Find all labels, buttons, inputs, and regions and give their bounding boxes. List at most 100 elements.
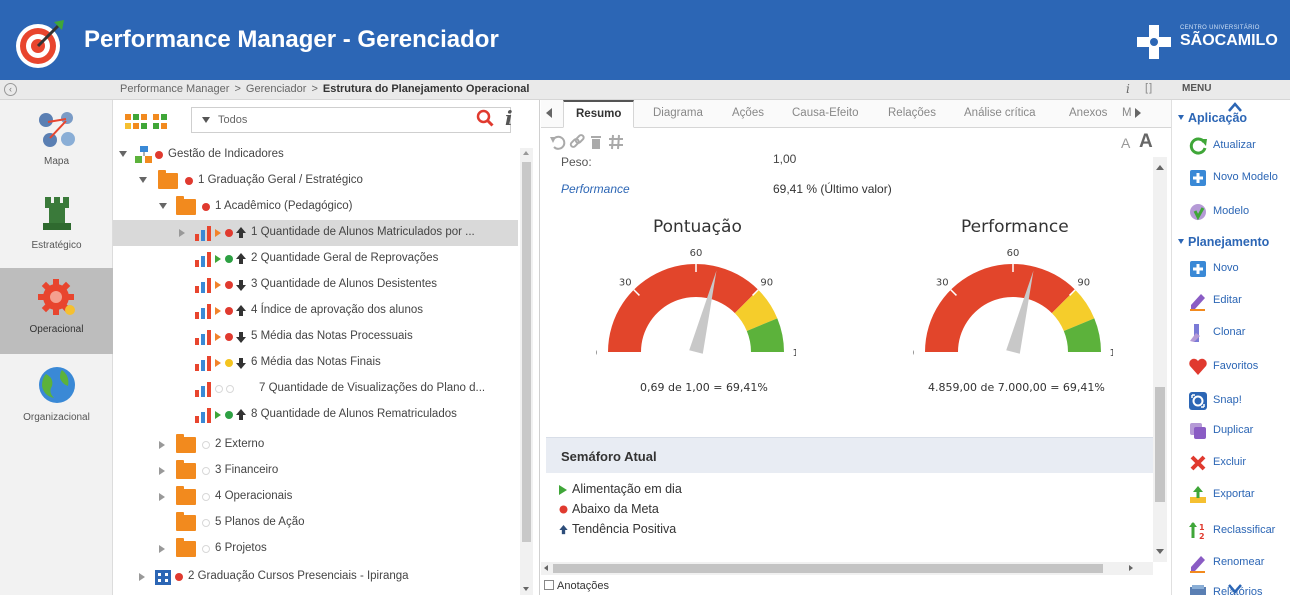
tab-analise-critica[interactable]: Análise crítica xyxy=(964,107,1036,119)
info-icon[interactable]: i xyxy=(1126,82,1130,96)
menu-item-modelo[interactable]: Modelo xyxy=(1188,200,1290,224)
new-icon xyxy=(1190,261,1206,277)
expand-arrow-icon[interactable] xyxy=(159,493,165,501)
menu-item-editar[interactable]: Editar xyxy=(1188,289,1290,313)
anotacoes-checkbox[interactable] xyxy=(544,580,554,590)
bar-chart-icon xyxy=(195,252,211,267)
expand-collapse-icon[interactable] xyxy=(125,112,175,132)
expand-arrow-icon[interactable] xyxy=(179,229,185,237)
tree-row[interactable]: 1 Graduação Geral / Estratégico xyxy=(113,168,518,194)
expand-arrow-icon[interactable] xyxy=(159,467,165,475)
tab-relacoes[interactable]: Relações xyxy=(888,107,936,119)
scrollbar-thumb[interactable] xyxy=(522,162,531,542)
tree-row[interactable]: 6 Média das Notas Finais xyxy=(113,350,518,376)
section-planejamento[interactable]: Planejamento xyxy=(1178,235,1269,249)
undo-icon[interactable] xyxy=(549,133,567,151)
tree-row[interactable]: 8 Quantidade de Alunos Rematriculados xyxy=(113,402,518,428)
expand-arrow-icon[interactable] xyxy=(159,203,167,209)
menu-item-renomear[interactable]: Renomear xyxy=(1188,551,1290,575)
menu-item-novo-modelo[interactable]: Novo Modelo xyxy=(1188,166,1290,190)
scrollbar-thumb[interactable] xyxy=(553,564,1103,573)
tree-row[interactable]: 3 Financeiro xyxy=(113,458,518,484)
scroll-up-icon[interactable] xyxy=(1156,165,1164,170)
tree-row-selected[interactable]: 1 Quantidade de Alunos Matriculados por … xyxy=(113,220,518,246)
content-horizontal-scrollbar[interactable] xyxy=(541,562,1153,575)
tab-resumo[interactable]: Resumo xyxy=(563,100,635,128)
tree-row[interactable]: 3 Quantidade de Alunos Desistentes xyxy=(113,272,518,298)
menu-item-reclassificar[interactable]: 12 Reclassificar xyxy=(1188,519,1290,543)
tab-anexos[interactable]: Anexos xyxy=(1069,107,1107,119)
menu-scroll-down-icon[interactable] xyxy=(1228,584,1242,594)
section-title: Planejamento xyxy=(1188,235,1270,249)
scroll-up-icon[interactable] xyxy=(523,151,529,155)
anotacoes-toggle[interactable]: Anotações xyxy=(544,580,609,592)
collapse-left-icon[interactable]: ‹ xyxy=(4,83,17,96)
scroll-down-icon[interactable] xyxy=(523,587,529,591)
tabs-scroll-right-icon[interactable] xyxy=(1135,108,1141,118)
status-dot xyxy=(225,411,233,419)
nav-item-mapa[interactable]: Mapa xyxy=(0,100,113,186)
tree-row[interactable]: 4 Índice de aprovação dos alunos xyxy=(113,298,518,324)
tree-row[interactable]: 2 Quantidade Geral de Reprovações xyxy=(113,246,518,272)
tree-row[interactable]: 2 Graduação Cursos Presenciais - Ipirang… xyxy=(113,564,518,590)
scroll-left-icon[interactable] xyxy=(544,565,548,571)
tree-row[interactable]: Gestão de Indicadores xyxy=(113,142,518,168)
expand-arrow-icon[interactable] xyxy=(119,151,127,157)
menu-item-snap[interactable]: Snap! xyxy=(1188,389,1290,413)
breadcrumb-item[interactable]: Gerenciador xyxy=(246,83,307,95)
font-decrease-button[interactable]: A xyxy=(1121,135,1130,151)
semaforo-header: Semáforo Atual xyxy=(546,437,1154,473)
expand-arrow-icon[interactable] xyxy=(139,177,147,183)
breadcrumb-item[interactable]: Performance Manager xyxy=(120,83,229,95)
dropdown-arrow-icon xyxy=(202,117,210,123)
hash-icon[interactable] xyxy=(607,133,625,151)
nav-item-organizacional[interactable]: Organizacional xyxy=(0,356,113,442)
tree-row[interactable]: 5 Planos de Ação xyxy=(113,510,518,536)
font-increase-button[interactable]: A xyxy=(1139,131,1153,153)
tab-diagrama[interactable]: Diagrama xyxy=(653,107,703,119)
chess-rook-icon xyxy=(43,197,71,230)
scrollbar-thumb[interactable] xyxy=(1155,387,1165,502)
nav-item-estrategico[interactable]: Estratégico xyxy=(0,184,113,270)
expand-arrow-icon[interactable] xyxy=(159,545,165,553)
tree-row[interactable]: 4 Operacionais xyxy=(113,484,518,510)
menu-item-favoritos[interactable]: Favoritos xyxy=(1188,355,1290,379)
app-title: Performance Manager - Gerenciador xyxy=(84,26,499,53)
filter-select[interactable]: Todos xyxy=(191,107,511,133)
menu-item-duplicar[interactable]: Duplicar xyxy=(1188,419,1290,443)
delete-icon[interactable] xyxy=(587,133,605,151)
tree-scrollbar[interactable] xyxy=(520,148,533,595)
link-icon[interactable] xyxy=(568,133,586,151)
menu-item-excluir[interactable]: Excluir xyxy=(1188,451,1290,475)
section-aplicacao[interactable]: Aplicação xyxy=(1178,111,1247,125)
gauge-tick-label: 0 xyxy=(596,348,597,359)
menu-item-novo[interactable]: Novo xyxy=(1188,257,1290,281)
map-icon xyxy=(39,112,75,147)
bar-chart-icon xyxy=(195,278,211,293)
scroll-right-icon[interactable] xyxy=(1129,565,1133,571)
tab-more[interactable]: M xyxy=(1122,107,1132,119)
expand-arrow-icon[interactable] xyxy=(159,441,165,449)
scroll-down-icon[interactable] xyxy=(1156,549,1164,554)
search-icon[interactable] xyxy=(476,109,494,127)
expand-arrow-icon[interactable] xyxy=(139,573,145,581)
tab-causa-efeito[interactable]: Causa-Efeito xyxy=(792,107,858,119)
menu-item-atualizar[interactable]: Atualizar xyxy=(1188,134,1290,158)
brand-name: SÃOCAMILO xyxy=(1180,32,1278,49)
content-vertical-scrollbar[interactable] xyxy=(1153,157,1167,562)
menu-item-label: Duplicar xyxy=(1213,424,1254,436)
content-toolbar: A A xyxy=(541,129,1171,157)
menu-item-clonar[interactable]: Clonar xyxy=(1188,321,1290,345)
fullscreen-icon[interactable]: [ ] xyxy=(1145,82,1152,94)
trend-up-icon xyxy=(236,305,246,316)
tree-row[interactable]: 6 Projetos xyxy=(113,536,518,562)
nav-item-operacional[interactable]: Operacional xyxy=(0,268,113,354)
tree-row[interactable]: 5 Média das Notas Processuais xyxy=(113,324,518,350)
tree-row[interactable]: 1 Acadêmico (Pedagógico) xyxy=(113,194,518,220)
info-icon[interactable]: i xyxy=(505,106,513,130)
tabs-scroll-left-icon[interactable] xyxy=(546,108,552,118)
tree-row[interactable]: 7 Quantidade de Visualizações do Plano d… xyxy=(113,376,518,402)
menu-item-exportar[interactable]: Exportar xyxy=(1188,483,1290,507)
tab-acoes[interactable]: Ações xyxy=(732,107,764,119)
tree-row[interactable]: 2 Externo xyxy=(113,432,518,458)
